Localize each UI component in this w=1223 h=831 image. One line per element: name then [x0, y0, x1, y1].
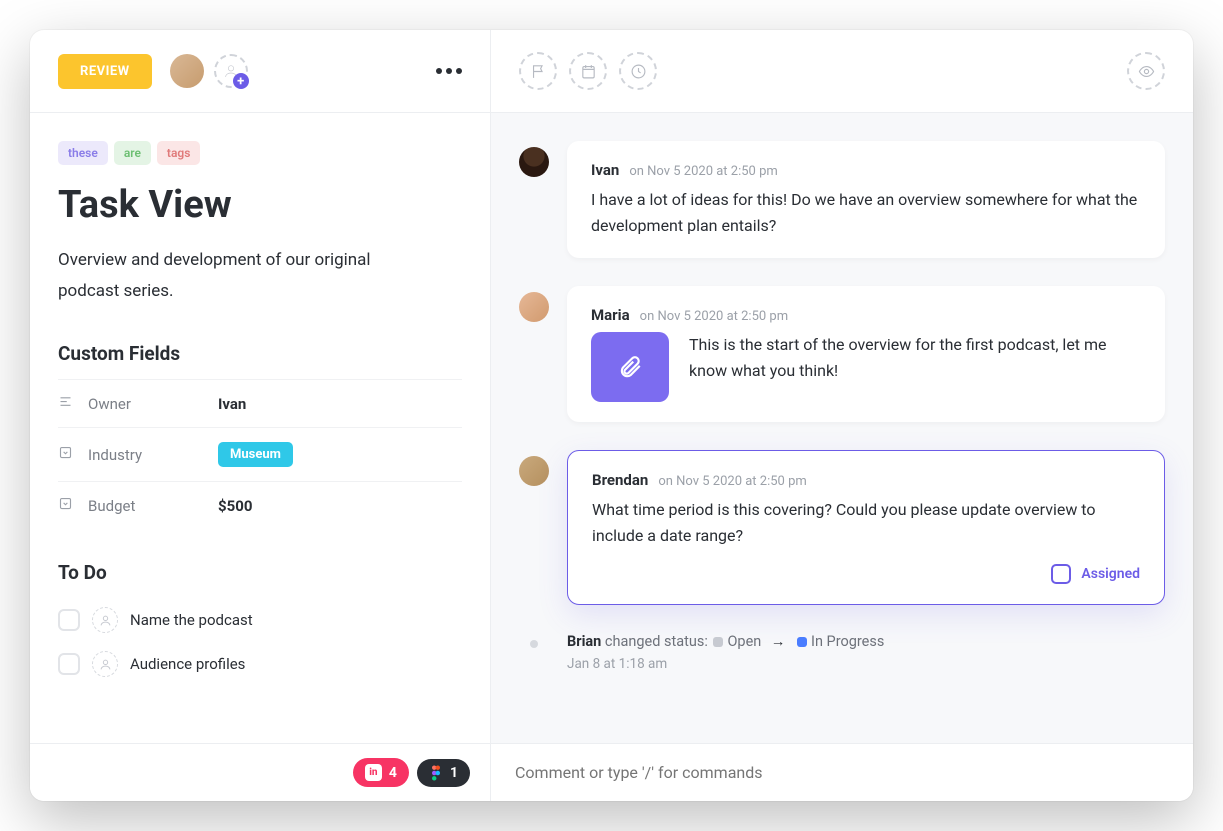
checkbox[interactable] — [1051, 564, 1071, 584]
header: REVIEW + — [30, 30, 1193, 113]
comment-bubble[interactable]: Maria on Nov 5 2020 at 2:50 pm This is t… — [567, 286, 1165, 422]
field-label: Industry — [88, 446, 218, 464]
more-menu-button[interactable] — [436, 68, 462, 74]
invision-count: 4 — [389, 765, 397, 781]
body: these are tags Task View Overview and de… — [30, 113, 1193, 743]
comment-body: I have a lot of ideas for this! Do we ha… — [591, 187, 1141, 238]
status-button[interactable]: REVIEW — [58, 54, 152, 89]
todo-section: To Do Name the podcast Audience profiles — [58, 561, 462, 686]
footer: in 4 1 — [30, 743, 1193, 801]
header-right — [490, 30, 1193, 112]
plus-icon: + — [233, 73, 249, 89]
task-description[interactable]: Overview and development of our original… — [58, 245, 418, 306]
comment-time: on Nov 5 2020 at 2:50 pm — [629, 164, 777, 179]
todo-text: Name the podcast — [130, 611, 253, 629]
invision-icon: in — [365, 764, 382, 781]
task-title[interactable]: Task View — [58, 183, 462, 227]
field-value: Ivan — [218, 395, 246, 413]
text-icon — [58, 394, 74, 413]
field-label: Owner — [88, 395, 218, 413]
activity-dot-icon — [530, 640, 538, 648]
figma-icon — [429, 765, 443, 781]
comment-author: Maria — [591, 306, 630, 324]
figma-badge[interactable]: 1 — [417, 759, 470, 787]
dropdown-icon — [58, 496, 74, 515]
todo-item[interactable]: Audience profiles — [58, 642, 462, 686]
todo-item[interactable]: Name the podcast — [58, 598, 462, 642]
todo-heading: To Do — [58, 561, 462, 584]
activity-time: Jan 8 at 1:18 am — [567, 656, 884, 672]
activity-panel: Ivan on Nov 5 2020 at 2:50 pm I have a l… — [490, 113, 1193, 743]
field-owner[interactable]: Owner Ivan — [58, 379, 462, 427]
comment-time: on Nov 5 2020 at 2:50 pm — [640, 309, 788, 324]
status-open-icon — [713, 637, 723, 647]
dropdown-icon — [58, 445, 74, 464]
comment-time: on Nov 5 2020 at 2:50 pm — [658, 474, 806, 489]
comment-body: This is the start of the overview for th… — [689, 332, 1141, 383]
todo-assignee-button[interactable] — [92, 607, 118, 633]
comment-input[interactable] — [515, 763, 1169, 782]
activity-item: Brian changed status: Open → In Progress… — [519, 633, 1165, 672]
figma-count: 1 — [450, 765, 458, 781]
checkbox[interactable] — [58, 653, 80, 675]
watch-button[interactable] — [1127, 52, 1165, 90]
assigned-label: Assigned — [1081, 566, 1140, 582]
field-budget[interactable]: Budget $500 — [58, 481, 462, 529]
task-details: these are tags Task View Overview and de… — [30, 113, 490, 743]
flag-icon — [530, 63, 547, 80]
task-window: REVIEW + these are tags Task View Overvi… — [30, 30, 1193, 801]
todo-text: Audience profiles — [130, 655, 245, 673]
add-assignee-button[interactable]: + — [214, 54, 248, 88]
comment-bubble[interactable]: Brendan on Nov 5 2020 at 2:50 pm What ti… — [567, 450, 1165, 605]
comment-author: Brendan — [592, 471, 648, 489]
field-value-pill: Museum — [218, 442, 293, 467]
comment-avatar[interactable] — [519, 292, 549, 322]
comment-avatar[interactable] — [519, 147, 549, 177]
arrow-icon: → — [771, 633, 786, 650]
tags: these are tags — [58, 141, 462, 165]
comment: Maria on Nov 5 2020 at 2:50 pm This is t… — [519, 286, 1165, 422]
todo-assignee-button[interactable] — [92, 651, 118, 677]
user-icon — [99, 614, 112, 627]
date-button[interactable] — [569, 52, 607, 90]
field-industry[interactable]: Industry Museum — [58, 427, 462, 481]
footer-left: in 4 1 — [30, 744, 490, 801]
comment-feed: Ivan on Nov 5 2020 at 2:50 pm I have a l… — [491, 113, 1193, 743]
paperclip-icon — [617, 354, 643, 380]
custom-fields-heading: Custom Fields — [58, 342, 462, 365]
field-label: Budget — [88, 497, 218, 515]
tag[interactable]: tags — [157, 141, 200, 165]
calendar-icon — [580, 63, 597, 80]
eye-icon — [1138, 63, 1155, 80]
comment-assigned: Brendan on Nov 5 2020 at 2:50 pm What ti… — [519, 450, 1165, 605]
attachment[interactable] — [591, 332, 669, 402]
checkbox[interactable] — [58, 609, 80, 631]
comment-author: Ivan — [591, 161, 619, 179]
clock-icon — [630, 63, 647, 80]
invision-badge[interactable]: in 4 — [353, 758, 409, 787]
user-icon — [99, 658, 112, 671]
time-button[interactable] — [619, 52, 657, 90]
field-value: $500 — [218, 497, 252, 515]
comment: Ivan on Nov 5 2020 at 2:50 pm I have a l… — [519, 141, 1165, 258]
comment-bubble[interactable]: Ivan on Nov 5 2020 at 2:50 pm I have a l… — [567, 141, 1165, 258]
footer-right — [490, 744, 1193, 801]
assigned-toggle[interactable]: Assigned — [592, 564, 1140, 584]
header-left: REVIEW + — [30, 30, 490, 112]
tag[interactable]: these — [58, 141, 108, 165]
tag[interactable]: are — [114, 141, 151, 165]
activity-text: Brian changed status: Open → In Progress — [567, 633, 884, 650]
assignee-avatar[interactable] — [170, 54, 204, 88]
priority-button[interactable] — [519, 52, 557, 90]
status-progress-icon — [797, 637, 807, 647]
comment-body: What time period is this covering? Could… — [592, 497, 1140, 548]
comment-avatar[interactable] — [519, 456, 549, 486]
